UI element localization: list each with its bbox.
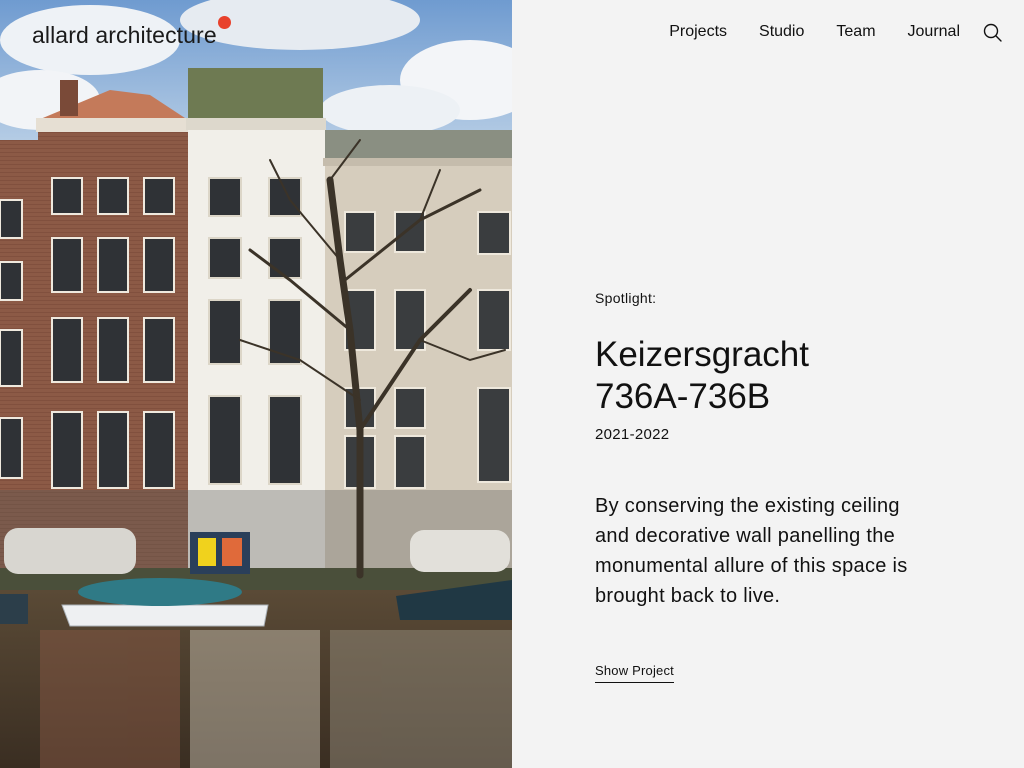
brand-dot-icon	[217, 16, 231, 29]
project-years: 2021-2022	[595, 426, 670, 443]
show-project-link[interactable]: Show Project	[595, 663, 674, 683]
search-icon	[983, 23, 1002, 42]
project-title-line1: Keizersgracht	[595, 335, 809, 374]
project-title-line2: 736A-736B	[595, 377, 771, 416]
project-description: By conserving the existing ceiling and d…	[595, 495, 908, 607]
brand-name: allard architecture	[32, 22, 217, 48]
project-title: Keizersgracht 736A-736B	[595, 334, 915, 418]
search-button[interactable]	[982, 22, 1002, 42]
brand-logo[interactable]: allard architecture	[32, 16, 231, 50]
main-nav: Projects Studio Team Journal	[669, 20, 1002, 44]
spotlight-section: Spotlight: Keizersgracht 736A-736B 2021-…	[595, 290, 915, 683]
hero-photo	[0, 0, 512, 768]
spotlight-label: Spotlight:	[595, 290, 657, 306]
nav-item-studio[interactable]: Studio	[759, 20, 804, 44]
nav-item-journal[interactable]: Journal	[908, 20, 960, 44]
nav-item-team[interactable]: Team	[836, 20, 875, 44]
nav-item-projects[interactable]: Projects	[669, 20, 727, 44]
